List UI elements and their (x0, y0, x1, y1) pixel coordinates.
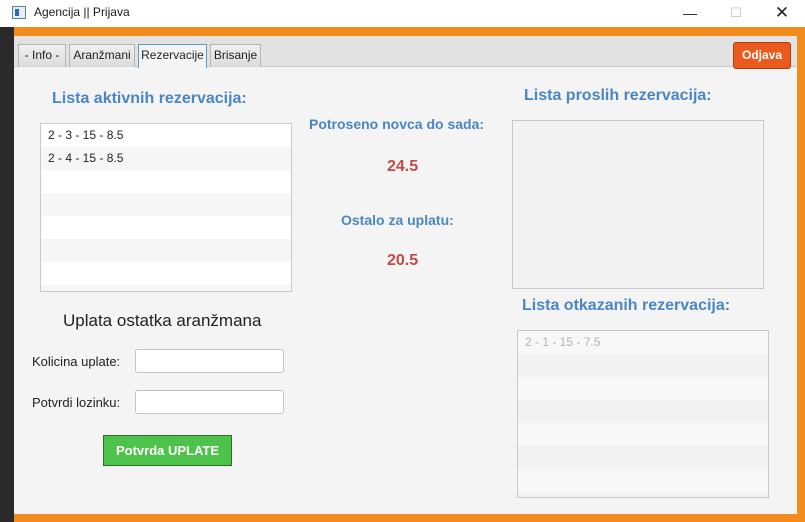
list-item (518, 377, 768, 400)
active-reservations-heading: Lista aktivnih rezervacija: (52, 90, 247, 107)
list-item[interactable] (41, 285, 291, 291)
list-item (518, 423, 768, 446)
tab-brisanje[interactable]: Brisanje (210, 44, 261, 67)
tab-info[interactable]: - Info - (18, 44, 66, 67)
list-item[interactable] (41, 239, 291, 262)
list-item (518, 492, 768, 497)
confirm-payment-button[interactable]: Potvrda UPLATE (103, 435, 232, 466)
title-bar: Agencija || Prijava — ☐ ✕ (0, 0, 805, 27)
cancelled-reservations-list: 2 - 1 - 15 - 7.5 (517, 330, 769, 498)
minimize-button[interactable]: — (667, 0, 713, 27)
past-reservations-heading: Lista proslih rezervacija: (524, 87, 712, 104)
tab-aranzmani[interactable]: Aranžmani (69, 44, 135, 67)
window-title: Agencija || Prijava (34, 5, 130, 19)
spent-value: 24.5 (387, 158, 419, 175)
list-item[interactable] (41, 170, 291, 193)
password-input[interactable] (135, 390, 284, 414)
list-item (518, 446, 768, 469)
list-item (518, 354, 768, 377)
main-panel: - Info - Aranžmani Rezervacije Brisanje … (14, 36, 797, 514)
maximize-button[interactable]: ☐ (713, 0, 759, 27)
list-item[interactable]: 2 - 3 - 15 - 8.5 (41, 124, 291, 147)
amount-input[interactable] (135, 349, 284, 373)
payment-section-title: Uplata ostatka aranžmana (63, 311, 262, 330)
past-reservations-list[interactable] (512, 120, 764, 289)
background-window-strip (0, 27, 14, 522)
password-label: Potvrdi lozinku: (32, 395, 121, 410)
list-item: 2 - 1 - 15 - 7.5 (518, 331, 768, 354)
app-window: Agencija || Prijava — ☐ ✕ - Info - Aranž… (0, 0, 805, 522)
tab-rezervacije[interactable]: Rezervacije (138, 44, 207, 68)
list-item[interactable] (41, 262, 291, 285)
amount-label: Kolicina uplate: (32, 354, 121, 369)
logout-button[interactable]: Odjava (733, 42, 791, 69)
active-reservations-list[interactable]: 2 - 3 - 15 - 8.5 2 - 4 - 15 - 8.5 (40, 123, 292, 292)
remaining-value: 20.5 (387, 252, 419, 269)
close-button[interactable]: ✕ (759, 0, 805, 27)
list-item (518, 400, 768, 423)
tab-bar: - Info - Aranžmani Rezervacije Brisanje … (14, 36, 797, 69)
list-item[interactable] (41, 193, 291, 216)
remaining-label: Ostalo za uplatu: (341, 212, 454, 228)
list-item[interactable] (41, 216, 291, 239)
list-item (518, 469, 768, 492)
spent-label: Potroseno novca do sada: (309, 116, 485, 132)
app-icon (12, 6, 26, 19)
cancelled-reservations-heading: Lista otkazanih rezervacija: (522, 297, 731, 314)
list-item[interactable]: 2 - 4 - 15 - 8.5 (41, 147, 291, 170)
